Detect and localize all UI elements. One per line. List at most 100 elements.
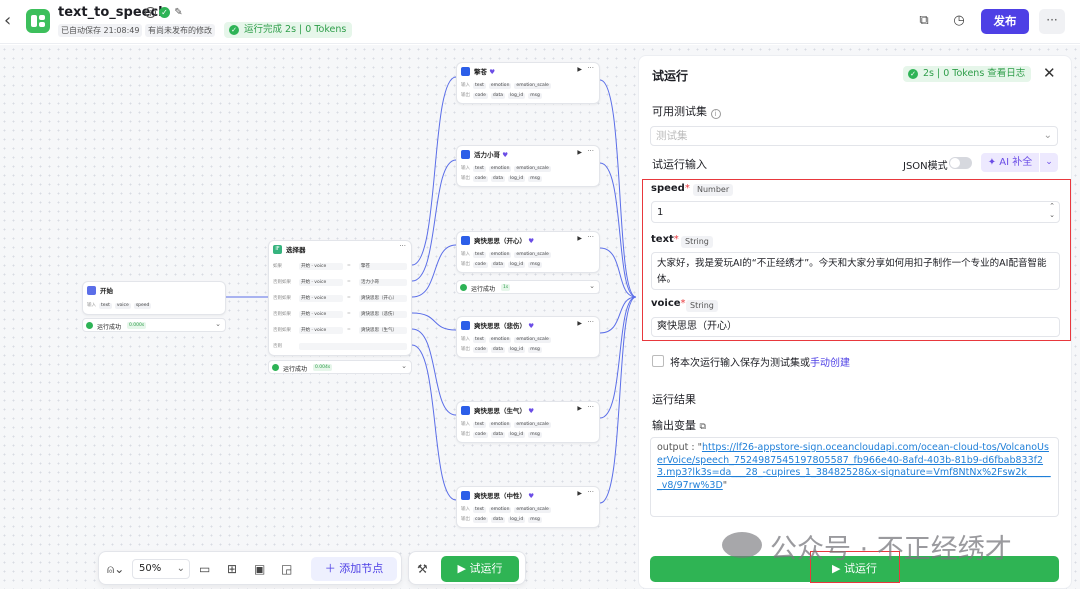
condition-row: 否则如果 开始 · voice = 爽快思思（生气）	[273, 327, 409, 335]
chevron-down-icon[interactable]: ⌄	[589, 282, 595, 290]
ai-fill-button[interactable]: ✦ AI 补全	[981, 153, 1039, 172]
edit-icon[interactable]: ✎	[173, 7, 184, 18]
mouse-mode-icon[interactable]: ⍝⌄	[107, 561, 124, 577]
tts-node[interactable]: 爽快思思（悲伤） ♥ ▶ ··· 输入 text emotion emotion_sca…	[456, 316, 600, 358]
audio-plugin-icon	[461, 406, 470, 415]
audio-plugin-icon	[461, 321, 470, 330]
more-icon[interactable]: ···	[587, 233, 594, 241]
test-run-panel: 试运行 ✓ 2s | 0 Tokens 查看日志 ✕ 可用测试集 i 测试集 ⌄ 试…	[638, 55, 1072, 589]
manual-create-link[interactable]: 手动创建	[810, 358, 850, 369]
layout-icon[interactable]: ⊞	[227, 561, 237, 577]
node-inputs: 输入 text voice speed	[87, 303, 152, 309]
more-icon[interactable]: ···	[587, 318, 594, 326]
run-input-label: 试运行输入	[652, 158, 707, 171]
add-node-button[interactable]: ＋ 添加节点	[311, 557, 397, 581]
else-row: 否则	[273, 343, 409, 351]
tts-node[interactable]: 擎苍 ♥ ▶ ··· 输入 text emotion emotion_scale 输出 c…	[456, 62, 600, 104]
voice-label: voice*	[651, 298, 686, 309]
output-url-link[interactable]: https://lf26-appstore-sign.oceancloudapi…	[657, 442, 1051, 491]
type-badge: String	[681, 236, 713, 248]
tts-status[interactable]: 运行成功 1s ⌄	[456, 280, 600, 294]
selector-node[interactable]: IF 选择器 ··· 如果 开始 · voice = 擎苍 否则如果 开始 · …	[268, 240, 412, 356]
play-icon[interactable]: ▶	[577, 490, 582, 497]
more-icon[interactable]: ···	[399, 242, 406, 250]
comment-icon[interactable]: ▭	[199, 561, 210, 577]
back-icon[interactable]: ‹	[4, 11, 18, 31]
wechat-icon	[722, 532, 762, 558]
panel-title: 试运行	[652, 69, 689, 83]
json-mode-label: JSON模式	[903, 161, 948, 172]
play-icon[interactable]: ▶	[577, 235, 582, 242]
more-icon[interactable]: ···	[1039, 9, 1065, 34]
json-mode-toggle[interactable]	[949, 157, 972, 169]
audio-plugin-icon	[461, 491, 470, 500]
test-run-button[interactable]: ▶ 试运行	[441, 556, 519, 582]
text-label: text*	[651, 234, 679, 245]
tts-node[interactable]: 爽快思思（生气） ♥ ▶ ··· 输入 text emotion emotion_sca…	[456, 401, 600, 443]
top-bar: ‹ text_to_speech i ✓ ✎ 已自动保存 21:08:49 有尚…	[0, 0, 1080, 44]
chevron-down-icon[interactable]: ⌄	[1040, 153, 1058, 172]
more-icon[interactable]: ···	[587, 488, 594, 496]
info-icon[interactable]: i	[145, 7, 156, 18]
autosave-badge: 已自动保存 21:08:49	[58, 24, 143, 37]
token-badge[interactable]: ✓ 2s | 0 Tokens 查看日志	[903, 66, 1032, 82]
tts-node[interactable]: 爽快思思（中性） ♥ ▶ ··· 输入 text emotion emotion_sca…	[456, 486, 600, 528]
check-icon: ✓	[229, 25, 239, 35]
tts-node[interactable]: 活力小哥 ♥ ▶ ··· 输入 text emotion emotion_scale 输…	[456, 145, 600, 187]
play-icon[interactable]: ▶	[577, 149, 582, 156]
run-status-badge: ✓ 运行完成 2s | 0 Tokens	[224, 22, 353, 38]
play-icon[interactable]: ▶	[577, 66, 582, 73]
test-set-label: 可用测试集 i	[652, 103, 721, 119]
node-title: 选择器	[286, 246, 306, 254]
close-icon[interactable]: ✕	[1043, 64, 1056, 82]
condition-row: 如果 开始 · voice = 擎苍	[273, 263, 409, 271]
text-input[interactable]: 大家好，我是爱玩AI的“不正经绣才”。今天和大家分享如何用扣子制作一个专业的AI…	[651, 252, 1060, 290]
more-icon[interactable]: ···	[587, 64, 594, 72]
start-status[interactable]: 运行成功 0.000s ⌄	[82, 318, 226, 332]
audio-plugin-icon	[461, 67, 470, 76]
audio-plugin-icon	[461, 150, 470, 159]
save-testset-checkbox[interactable]	[652, 355, 664, 367]
audio-plugin-icon	[461, 236, 470, 245]
speed-input[interactable]: 1 ⌃ ⌄	[651, 201, 1060, 223]
selector-status[interactable]: 运行成功 0.004s ⌄	[268, 360, 412, 374]
stepper-icon[interactable]: ⌃ ⌄	[1049, 202, 1055, 220]
start-icon	[87, 286, 96, 295]
voice-input[interactable]: 爽快思思（开心）	[651, 317, 1060, 337]
app-logo	[26, 9, 50, 33]
play-icon[interactable]: ▶	[577, 320, 582, 327]
canvas-toolbar: ⍝⌄ 50% ⌄ ▭ ⊞ ▣ ◲ ＋ 添加节点	[98, 551, 402, 585]
run-toolbar: ⚒ ▶ 试运行	[408, 551, 526, 585]
copy-icon[interactable]: ⧉	[915, 12, 933, 30]
unpublished-badge: 有尚未发布的修改	[145, 24, 215, 37]
chevron-down-icon: ⌄	[176, 563, 185, 574]
output-label: 输出变量 ⧉	[652, 419, 706, 432]
check-icon: ✓	[159, 7, 170, 18]
copy-icon[interactable]: ⧉	[700, 422, 706, 432]
image-icon[interactable]: ▣	[254, 561, 265, 577]
save-testset-label: 将本次运行输入保存为测试集或手动创建	[670, 358, 850, 369]
type-badge: String	[686, 300, 718, 312]
node-title: 开始	[100, 287, 113, 295]
zoom-select[interactable]: 50% ⌄	[132, 559, 190, 579]
type-badge: Number	[693, 184, 734, 196]
play-icon[interactable]: ▶	[577, 405, 582, 412]
publish-button[interactable]: 发布	[981, 9, 1029, 34]
start-node[interactable]: 开始 输入 text voice speed	[82, 281, 226, 315]
history-icon[interactable]: ◷	[950, 12, 968, 30]
more-icon[interactable]: ···	[587, 147, 594, 155]
test-set-select[interactable]: 测试集 ⌄	[650, 126, 1058, 146]
more-icon[interactable]: ···	[587, 403, 594, 411]
wrench-icon[interactable]: ⚒	[417, 561, 428, 577]
chevron-down-icon[interactable]: ⌄	[215, 320, 221, 328]
check-icon	[460, 284, 467, 291]
check-icon	[86, 322, 93, 329]
info-icon[interactable]: i	[710, 109, 721, 119]
chevron-down-icon: ⌄	[1043, 130, 1052, 141]
tts-node[interactable]: 爽快思思（开心） ♥ ▶ ··· 输入 text emotion emotion_sca…	[456, 231, 600, 273]
result-label: 运行结果	[652, 393, 696, 406]
output-box: output : "https://lf26-appstore-sign.oce…	[650, 437, 1059, 517]
input-fields-highlight: speed* Number 1 ⌃ ⌄ text* String 大家好，我是爱玩A…	[642, 179, 1071, 341]
chevron-down-icon[interactable]: ⌄	[401, 362, 407, 370]
minimap-icon[interactable]: ◲	[281, 561, 292, 577]
